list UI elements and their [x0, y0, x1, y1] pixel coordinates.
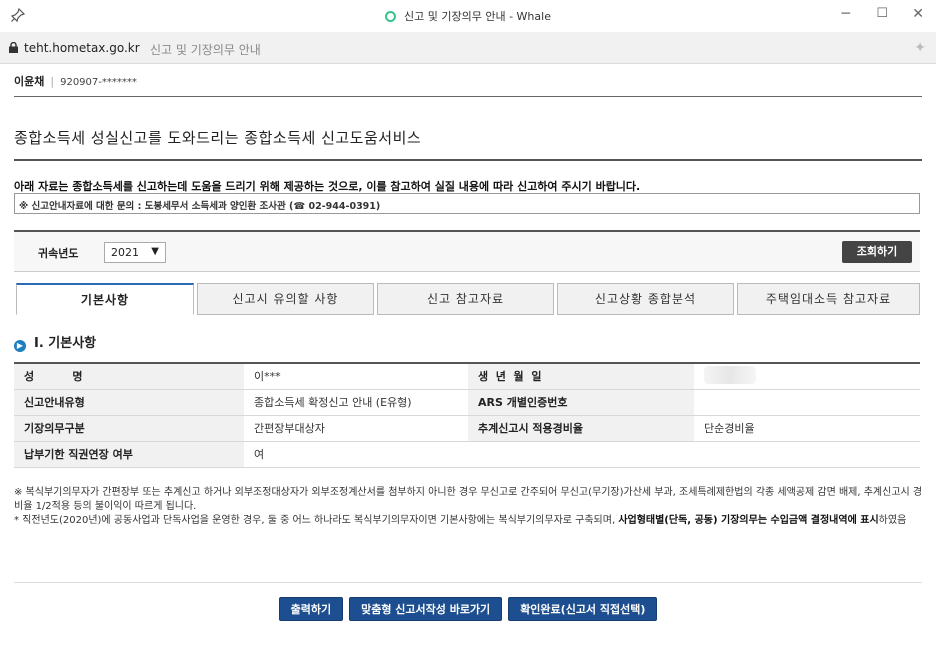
value-birthdate [694, 363, 920, 390]
address-bar[interactable]: teht.hometax.go.kr 신고 및 기장의무 안내 ✦ [0, 32, 936, 64]
value-bookkeeping: 간편장부대상자 [244, 415, 468, 442]
tab-cautions[interactable]: 신고시 유의할 사항 [197, 283, 374, 315]
search-panel: 귀속년도 2021 ▼ 조회하기 [14, 230, 920, 272]
print-button[interactable]: 출력하기 [278, 597, 344, 621]
tab-analysis[interactable]: 신고상황 종합분석 [557, 283, 734, 315]
divider [14, 159, 922, 161]
table-row: 기장의무구분 간편장부대상자 추계신고시 적용경비율 단순경비율 [14, 415, 920, 442]
minimize-button[interactable]: ─ [842, 6, 850, 22]
footnote: ※ 복식부기의무자가 간편장부 또는 추계신고 하거나 외부조정대상자가 외부조… [14, 486, 924, 528]
user-id: 920907-******* [60, 77, 137, 88]
action-buttons: 출력하기 맞춤형 신고서작성 바로가기 확인완료(신고서 직접선택) [0, 597, 936, 621]
label-bookkeeping: 기장의무구분 [14, 415, 244, 442]
divider [14, 582, 922, 583]
year-select[interactable]: 2021 ▼ [104, 242, 166, 263]
label-guide-type: 신고안내유형 [14, 389, 244, 416]
user-info: 이윤채 | 920907-******* [14, 73, 137, 89]
year-label: 귀속년도 [38, 247, 79, 260]
label-name: 성 명 [14, 363, 244, 390]
star-icon[interactable]: ✦ [914, 40, 926, 56]
empty-cell [694, 441, 920, 468]
custom-filing-button[interactable]: 맞춤형 신고서작성 바로가기 [349, 597, 503, 621]
label-deadline-extension: 납부기한 직권연장 여부 [14, 441, 244, 468]
chevron-down-icon: ▼ [151, 246, 159, 257]
table-row: 신고안내유형 종합소득세 확정신고 안내 (E유형) ARS 개별인증번호 [14, 389, 920, 416]
whale-logo-icon [385, 11, 397, 22]
notice-text: 아래 자료는 종합소득세를 신고하는데 도움을 드리기 위해 제공하는 것으로,… [14, 180, 641, 193]
label-birthdate: 생 년 월 일 [468, 363, 694, 390]
window-title-area: 신고 및 기장의무 안내 - Whale [0, 8, 936, 24]
user-name: 이윤채 [14, 75, 45, 88]
footnote-line-1: ※ 복식부기의무자가 간편장부 또는 추계신고 하거나 외부조정대상자가 외부조… [14, 487, 923, 512]
tab-rental-income[interactable]: 주택임대소득 참고자료 [737, 283, 920, 315]
value-expense-rate: 단순경비율 [694, 415, 920, 442]
value-deadline-extension: 여 [244, 441, 468, 468]
table-row: 성 명 이*** 생 년 월 일 [14, 363, 920, 390]
empty-cell [468, 441, 694, 468]
section-title: ▶ Ⅰ. 기본사항 [14, 332, 96, 352]
maximize-button[interactable]: ☐ [876, 6, 888, 21]
value-guide-type: 종합소득세 확정신고 안내 (E유형) [244, 389, 468, 416]
divider [14, 96, 922, 97]
label-expense-rate: 추계신고시 적용경비율 [468, 415, 694, 442]
page-title: 종합소득세 성실신고를 도와드리는 종합소득세 신고도움서비스 [14, 129, 422, 147]
label-ars-number: ARS 개별인증번호 [468, 389, 694, 416]
footnote-line-2-end: 하였음 [878, 515, 907, 526]
divider: | [50, 75, 55, 88]
window-titlebar: 신고 및 기장의무 안내 - Whale ─ ☐ ✕ [0, 0, 936, 32]
year-value: 2021 [111, 246, 139, 259]
section-bullet-icon: ▶ [14, 340, 26, 352]
redacted-birthdate [704, 365, 756, 384]
footnote-line-2-bold: 사업형태별(단독, 공동) 기장의무는 수입금액 결정내역에 표시 [618, 515, 879, 526]
table-row: 납부기한 직권연장 여부 여 [14, 441, 920, 468]
tab-reference[interactable]: 신고 참고자료 [377, 283, 554, 315]
basic-info-table: 성 명 이*** 생 년 월 일 신고안내유형 종합소득세 확정신고 안내 (E… [14, 362, 920, 468]
section-title-text: Ⅰ. 기본사항 [34, 336, 97, 351]
tab-bar: 기본사항 신고시 유의할 사항 신고 참고자료 신고상황 종합분석 주택임대소득… [16, 283, 920, 315]
lock-icon [9, 42, 18, 53]
value-name: 이*** [244, 363, 468, 390]
address-domain[interactable]: teht.hometax.go.kr [24, 41, 140, 55]
contact-box: ※ 신고안내자료에 대한 문의 : 도봉세무서 소득세과 양인환 조사관 (☎ … [14, 193, 920, 214]
close-button[interactable]: ✕ [912, 6, 924, 22]
tab-basic[interactable]: 기본사항 [16, 283, 194, 315]
address-page-title: 신고 및 기장의무 안내 [150, 43, 261, 57]
confirm-button[interactable]: 확인완료(신고서 직접선택) [508, 597, 658, 621]
footnote-line-2-text: * 직전년도(2020년)에 공동사업과 단독사업을 운영한 경우, 둘 중 어… [14, 515, 619, 526]
window-title: 신고 및 기장의무 안내 - Whale [404, 10, 551, 23]
value-ars-number [694, 389, 920, 416]
footnote-line-2: * 직전년도(2020년)에 공동사업과 단독사업을 운영한 경우, 둘 중 어… [14, 514, 924, 528]
search-button[interactable]: 조회하기 [842, 241, 912, 263]
